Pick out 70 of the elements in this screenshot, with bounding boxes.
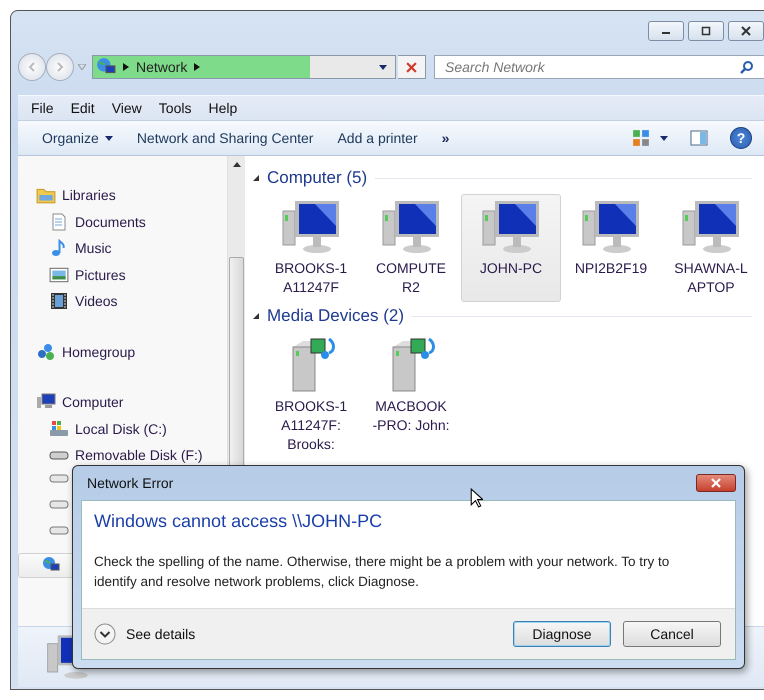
computer-icon bbox=[580, 199, 642, 255]
scroll-up-arrow-icon[interactable] bbox=[232, 162, 240, 167]
error-message: Check the spelling of the name. Otherwise, there might be a problem with your network. To try to identify and resolve network problems, click Diagnose. bbox=[94, 553, 670, 591]
sidebar-item[interactable]: Documents bbox=[36, 208, 227, 235]
computer-icon bbox=[280, 199, 342, 255]
sidebar-item[interactable]: Local Disk (C:) bbox=[36, 416, 227, 442]
search-field[interactable]: Search Network bbox=[434, 55, 764, 79]
network-device[interactable]: BROOKS-1 A11247F: Brooks: bbox=[261, 332, 361, 459]
sidebar-item[interactable]: Pictures bbox=[36, 262, 227, 288]
close-button[interactable] bbox=[728, 21, 764, 41]
sidebar-item[interactable]: Removable Disk (F:) bbox=[36, 442, 227, 468]
more-commands-button[interactable]: » bbox=[430, 130, 462, 146]
search-input[interactable]: Search Network bbox=[443, 58, 740, 76]
sidebar-item[interactable]: Homegroup bbox=[36, 338, 227, 365]
search-icon bbox=[740, 60, 754, 74]
dialog-button[interactable]: Cancel bbox=[623, 621, 721, 647]
computer-icon bbox=[680, 199, 742, 255]
dropdown-caret-icon[interactable] bbox=[379, 64, 387, 70]
caret-icon bbox=[104, 136, 113, 140]
maximize-button[interactable] bbox=[688, 21, 724, 41]
expand-icon[interactable] bbox=[94, 623, 116, 645]
breadcrumb[interactable]: Network bbox=[136, 59, 188, 75]
computer-icon bbox=[380, 199, 442, 255]
computer-icon bbox=[480, 199, 542, 255]
picture-icon bbox=[49, 266, 69, 284]
network-device[interactable]: BROOKS-1 A11247F bbox=[261, 194, 361, 302]
close-icon bbox=[711, 478, 721, 488]
homegroup-icon bbox=[36, 342, 56, 361]
stop-button[interactable] bbox=[398, 55, 426, 79]
network-device[interactable]: JOHN-PC bbox=[461, 194, 561, 302]
minimize-button[interactable] bbox=[648, 21, 684, 41]
folder-icon bbox=[36, 186, 56, 204]
menu-item[interactable]: Edit bbox=[64, 100, 105, 116]
view-options-icon[interactable] bbox=[632, 129, 650, 147]
command-button[interactable]: Add a printer bbox=[325, 130, 430, 146]
menu-item[interactable]: Tools bbox=[152, 100, 202, 116]
help-button[interactable]: ? bbox=[730, 127, 752, 149]
sidebar-item[interactable]: Libraries bbox=[36, 182, 227, 208]
command-button[interactable]: Network and Sharing Center bbox=[124, 130, 326, 146]
group-heading: Media Devices (2) bbox=[267, 306, 404, 326]
organize-menu-button[interactable]: Organize bbox=[30, 130, 125, 146]
dialog-title: Network Error bbox=[86, 475, 174, 491]
network-device[interactable]: NPI2B2F19 bbox=[561, 194, 661, 302]
arrow-icon bbox=[194, 63, 200, 71]
close-button[interactable] bbox=[696, 474, 736, 492]
preview-pane-icon[interactable] bbox=[690, 129, 708, 147]
menu-item[interactable]: File bbox=[24, 100, 64, 116]
network-device[interactable]: SHAWNA-L APTOP bbox=[661, 194, 761, 302]
sidebar-item[interactable]: Music bbox=[36, 235, 227, 262]
see-details-link[interactable]: See details bbox=[126, 626, 196, 642]
sidebar-item[interactable] bbox=[18, 552, 72, 578]
dialog-button[interactable]: Diagnose bbox=[513, 621, 611, 647]
group-heading: Computer (5) bbox=[267, 168, 368, 188]
sidebar-item[interactable]: Videos bbox=[36, 288, 227, 314]
maximize-icon bbox=[701, 26, 711, 36]
address-bar[interactable]: Network bbox=[92, 55, 396, 79]
network-device[interactable]: COMPUTE R2 bbox=[361, 194, 461, 302]
sidebar-item[interactable]: Computer bbox=[36, 389, 227, 416]
film-icon bbox=[49, 292, 69, 310]
error-heading: Windows cannot access \\JOHN-PC bbox=[94, 511, 384, 532]
collapse-arrow-icon[interactable] bbox=[253, 313, 259, 319]
collapse-arrow-icon[interactable] bbox=[253, 175, 259, 181]
disk-drive-icon bbox=[49, 420, 69, 438]
close-icon bbox=[406, 62, 417, 72]
close-icon bbox=[741, 26, 751, 36]
network-device[interactable]: MACBOOK -PRO: John: bbox=[361, 332, 461, 459]
menu-item[interactable]: Help bbox=[201, 100, 248, 116]
caret-icon[interactable] bbox=[660, 136, 668, 140]
menu-item[interactable]: View bbox=[104, 100, 152, 116]
arrow-icon bbox=[123, 63, 129, 71]
